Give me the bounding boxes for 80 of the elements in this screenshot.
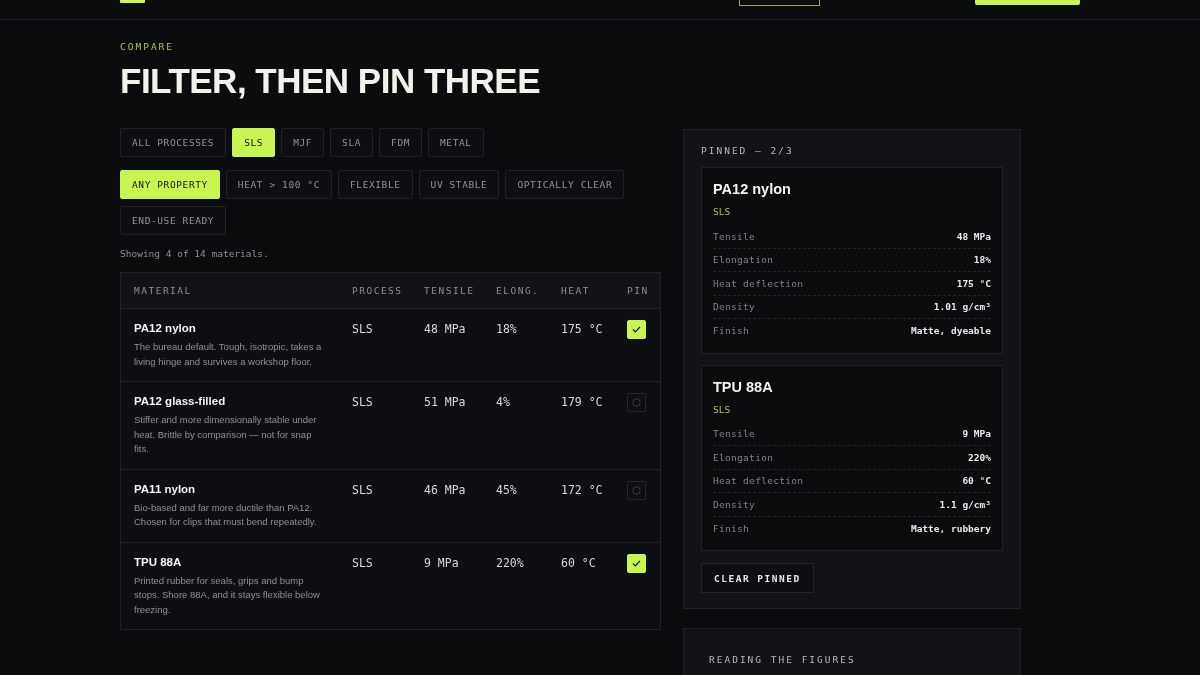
filter-chip[interactable]: HEAT > 100 °C xyxy=(225,170,332,199)
table-cell: 48 MPa xyxy=(424,322,466,336)
table-cell: 172 °C xyxy=(561,482,603,497)
circle-icon xyxy=(632,398,641,407)
spec-label: Tensile xyxy=(713,428,756,440)
circle-icon xyxy=(632,485,641,495)
pin-checkbox[interactable] xyxy=(627,480,646,500)
spec-label: Heat deflection xyxy=(713,475,804,487)
header-button[interactable] xyxy=(739,0,820,6)
table-cell: 45% xyxy=(496,482,517,497)
column-header: MATERIAL xyxy=(134,285,192,296)
table-cell: 9 MPa xyxy=(424,555,459,570)
material-description: Bio-based and far more ductile than PA12. Chosen for clips that must bend repeatedly. xyxy=(134,500,318,529)
column-header: PROCESS xyxy=(352,285,403,296)
spec-value: Matte, dyeable xyxy=(910,325,991,337)
check-icon xyxy=(632,559,641,567)
table-cell: 51 MPa xyxy=(424,395,466,409)
spec-label: Density xyxy=(713,498,756,510)
result-count: Showing 4 of 14 materials. xyxy=(120,248,270,259)
column-header: ELONG. xyxy=(496,285,540,296)
material-description: Stiffer and more dimensionally stable under heat. Brittle by comparison — not for snap fits. xyxy=(134,413,318,456)
filter-chip[interactable]: SLA xyxy=(330,128,374,157)
spec-label: Density xyxy=(713,301,756,313)
eyebrow-label: COMPARE xyxy=(120,41,176,52)
filter-chip[interactable]: UV STABLE xyxy=(418,170,500,199)
panel-heading: PINNED — 2/3 xyxy=(701,145,795,156)
spec-label: Finish xyxy=(713,522,750,534)
spec-label: Finish xyxy=(713,325,750,337)
column-header: HEAT xyxy=(561,285,590,296)
table-cell: SLS xyxy=(352,395,373,409)
spec-value: 48 MPa xyxy=(956,230,991,242)
filter-chip[interactable]: END-USE READY xyxy=(120,206,227,235)
check-icon xyxy=(632,326,641,333)
table-cell: 46 MPa xyxy=(424,482,466,497)
page-title: FILTER, THEN PIN THREE xyxy=(120,61,542,101)
pin-checkbox[interactable] xyxy=(627,393,646,412)
material-name: PA12 glass-filled xyxy=(134,395,227,407)
table-cell: SLS xyxy=(352,555,373,570)
column-header: TENSILE xyxy=(424,285,475,296)
spec-value: 1.1 g/cm³ xyxy=(939,498,991,510)
filter-chip[interactable]: SLS xyxy=(232,128,276,157)
spec-label: Elongation xyxy=(713,254,774,266)
spec-value: 60 °C xyxy=(962,475,991,487)
spec-label: Elongation xyxy=(713,451,774,463)
spec-value: 175 °C xyxy=(956,277,991,289)
spec-value: 18% xyxy=(973,254,991,266)
filter-chip[interactable]: MJF xyxy=(281,128,325,157)
filter-chip[interactable]: FLEXIBLE xyxy=(338,170,413,199)
filter-chip[interactable]: OPTICALLY CLEAR xyxy=(505,170,625,199)
filter-chip[interactable]: FDM xyxy=(379,128,423,157)
table-cell: 179 °C xyxy=(561,395,603,409)
card-title: TPU 88A xyxy=(713,378,774,395)
material-description: The bureau default. Tough, isotropic, takes a living hinge and survives a workshop floor. xyxy=(134,340,322,369)
material-name: PA12 nylon xyxy=(134,322,197,334)
table-cell: 18% xyxy=(496,322,517,336)
table-cell: 4% xyxy=(496,395,510,409)
table-cell: 220% xyxy=(496,555,524,570)
process-label: SLS xyxy=(713,206,732,217)
table-cell: 175 °C xyxy=(561,322,603,336)
filter-chip[interactable]: METAL xyxy=(428,128,484,157)
material-description: Printed rubber for seals, grips and bump stops. Shore 88A, and it stays flexible below freezing. xyxy=(134,573,321,617)
spec-label: Tensile xyxy=(713,230,756,242)
table-cell: SLS xyxy=(352,482,373,497)
clear-pinned-button[interactable]: CLEAR PINNED xyxy=(701,563,814,593)
spec-value: Matte, rubbery xyxy=(910,522,991,534)
material-name: PA11 nylon xyxy=(134,482,197,495)
logo-mark xyxy=(120,0,145,3)
panel-heading: READING THE FIGURES xyxy=(709,654,857,665)
spec-label: Heat deflection xyxy=(713,277,804,289)
spec-value: 220% xyxy=(968,451,991,463)
material-name: TPU 88A xyxy=(134,555,183,568)
column-header: PIN xyxy=(627,285,649,296)
filter-chip[interactable]: ANY PROPERTY xyxy=(120,170,220,199)
table-cell: SLS xyxy=(352,322,373,336)
card-title: PA12 nylon xyxy=(713,181,792,197)
filter-chip[interactable]: ALL PROCESSES xyxy=(120,128,227,157)
spec-value: 9 MPa xyxy=(962,428,991,440)
process-label: SLS xyxy=(713,403,732,415)
table-cell: 60 °C xyxy=(561,555,596,570)
spec-value: 1.01 g/cm³ xyxy=(933,301,991,313)
